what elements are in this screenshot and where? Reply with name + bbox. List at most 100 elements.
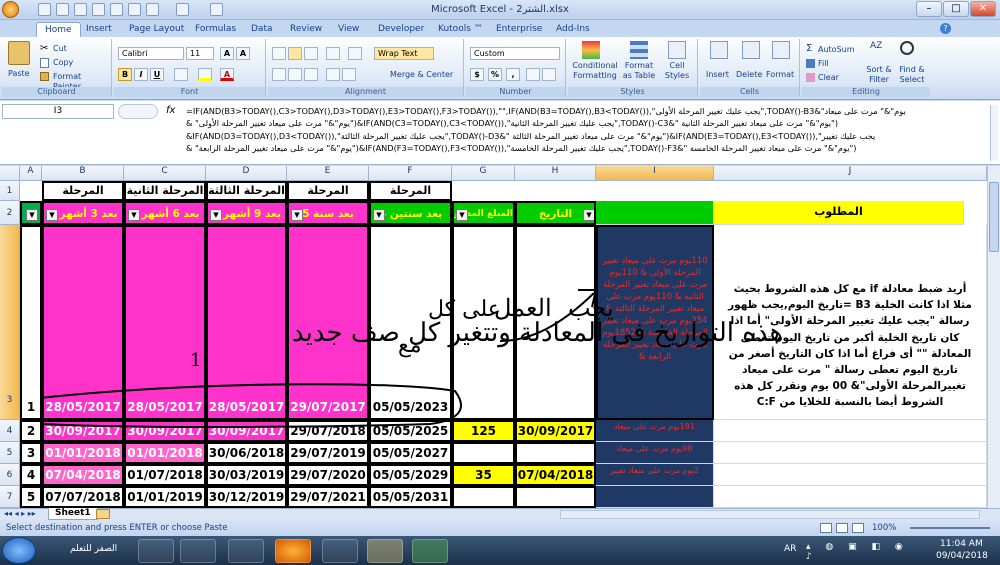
tab-formulas[interactable]: Formulas xyxy=(187,22,244,37)
firefox-icon[interactable] xyxy=(275,539,311,563)
font-name-select[interactable]: Calibri xyxy=(118,47,184,60)
autosum-icon[interactable]: Σ xyxy=(806,43,812,54)
cut-button[interactable]: Cut xyxy=(53,44,67,54)
wrap-text-button[interactable]: Wrap Text xyxy=(374,47,434,60)
vertical-scrollbar[interactable] xyxy=(987,166,1000,508)
fx-icon[interactable]: fx xyxy=(166,105,175,116)
folder-icon[interactable] xyxy=(367,539,403,563)
tab-developer[interactable]: Developer xyxy=(370,22,432,37)
help-icon[interactable]: ? xyxy=(940,23,951,34)
grow-font-button[interactable]: A xyxy=(220,47,234,60)
find-select-button[interactable]: Find & Select xyxy=(896,65,928,85)
autosum-button[interactable]: AutoSum xyxy=(818,45,855,55)
delete-cells-button[interactable]: Delete xyxy=(736,70,762,80)
align-bottom-icon[interactable] xyxy=(304,47,318,60)
conditional-formatting-button[interactable]: Conditional Formatting xyxy=(570,61,620,81)
tab-data[interactable]: Data xyxy=(243,22,281,37)
delete-icon[interactable] xyxy=(742,41,760,59)
orientation-icon[interactable] xyxy=(326,47,340,60)
format-cells-button[interactable]: Format xyxy=(766,70,794,80)
font-color-button[interactable]: A xyxy=(220,68,234,81)
rtl-icon[interactable] xyxy=(348,47,362,60)
formula-cancel-icon[interactable] xyxy=(118,104,158,119)
scroll-thumb[interactable] xyxy=(989,182,999,252)
tab-view[interactable]: View xyxy=(330,22,367,37)
align-left-icon[interactable] xyxy=(272,68,286,81)
copy-icon[interactable] xyxy=(40,58,49,68)
taskbar-item-1[interactable] xyxy=(138,539,174,563)
cut-icon[interactable]: ✂ xyxy=(40,43,48,54)
tab-enterprise[interactable]: Enterprise xyxy=(488,22,550,37)
sheet-tab-sheet1[interactable]: Sheet1 xyxy=(48,508,98,520)
percent-button[interactable]: % xyxy=(488,68,502,81)
currency-button[interactable]: $ xyxy=(470,68,484,81)
underline-button[interactable]: U xyxy=(150,68,164,81)
media-player-icon[interactable] xyxy=(228,539,264,563)
zoom-level[interactable]: 100% xyxy=(872,520,896,536)
clear-icon[interactable] xyxy=(806,73,815,82)
format-painter-icon[interactable] xyxy=(40,72,49,81)
start-button[interactable] xyxy=(2,537,36,564)
font-size-select[interactable]: 11 xyxy=(186,47,214,60)
sort-filter-icon[interactable]: AZ xyxy=(870,41,886,59)
copy-button[interactable]: Copy xyxy=(53,58,73,68)
align-center-icon[interactable] xyxy=(288,68,302,81)
tab-kutools[interactable]: Kutools ™ xyxy=(430,22,491,37)
decrease-indent-icon[interactable] xyxy=(326,68,340,81)
insert-icon[interactable] xyxy=(710,41,728,59)
sheet-nav-icon[interactable]: ◂◂ ◂ ▸ ▸▸ xyxy=(4,509,36,518)
comma-button[interactable]: , xyxy=(506,68,520,81)
increase-indent-icon[interactable] xyxy=(342,68,356,81)
paste-icon[interactable] xyxy=(8,41,30,65)
borders-icon[interactable] xyxy=(174,68,188,81)
fill-icon[interactable] xyxy=(806,59,815,68)
formula-input[interactable]: =IF(AND(B3>TODAY(),C3>TODAY(),D3>TODAY()… xyxy=(186,105,992,165)
align-top-icon[interactable] xyxy=(272,47,286,60)
name-box[interactable]: I3 xyxy=(2,104,114,119)
number-format-select[interactable]: Custom xyxy=(470,47,560,60)
tab-insert[interactable]: Insert xyxy=(78,22,120,37)
spreadsheet-grid[interactable]: A B C D E F G H I J 1 2 3 4 5 6 7 المرحل… xyxy=(0,166,987,508)
format-icon[interactable] xyxy=(772,41,790,59)
taskbar-item-2[interactable] xyxy=(180,539,216,563)
zoom-slider[interactable] xyxy=(910,527,990,529)
new-sheet-icon[interactable] xyxy=(96,509,110,519)
conditional-formatting-icon[interactable] xyxy=(582,41,600,59)
format-table-icon[interactable] xyxy=(630,41,648,59)
explorer-icon[interactable] xyxy=(322,539,358,563)
tray-icons[interactable]: ▴ ◍ ▣ ◧ ◉ ♪ xyxy=(806,542,926,562)
cell-styles-icon[interactable] xyxy=(668,41,686,59)
sort-filter-button[interactable]: Sort & Filter xyxy=(864,65,894,85)
horizontal-scrollbar[interactable] xyxy=(560,510,980,519)
page-break-view-icon[interactable] xyxy=(852,523,864,533)
clear-button[interactable]: Clear xyxy=(818,73,839,83)
close-button[interactable]: ✕ xyxy=(970,1,996,17)
paste-button[interactable]: Paste xyxy=(8,69,30,79)
bold-button[interactable]: B xyxy=(118,68,132,81)
tab-page-layout[interactable]: Page Layout xyxy=(121,22,192,37)
fill-color-icon[interactable] xyxy=(198,68,212,81)
align-middle-icon[interactable] xyxy=(288,47,302,60)
insert-cells-button[interactable]: Insert xyxy=(706,70,729,80)
clipboard-group: Paste ✂ Cut Copy Format Painter Clipboar… xyxy=(2,39,112,97)
tab-home[interactable]: Home xyxy=(36,22,81,37)
tab-add-ins[interactable]: Add-Ins xyxy=(548,22,598,37)
find-icon[interactable] xyxy=(900,41,914,55)
formula-expand-icon[interactable] xyxy=(990,105,998,161)
fill-button[interactable]: Fill xyxy=(818,59,829,69)
increase-decimal-icon[interactable] xyxy=(526,68,540,81)
merge-center-button[interactable]: Merge & Center xyxy=(390,70,453,80)
format-as-table-button[interactable]: Format as Table xyxy=(622,61,656,81)
page-layout-view-icon[interactable] xyxy=(836,523,848,533)
shrink-font-button[interactable]: A xyxy=(236,47,250,60)
cell-styles-button[interactable]: Cell Styles xyxy=(660,61,694,81)
excel-taskbar-icon[interactable] xyxy=(412,539,448,563)
italic-button[interactable]: I xyxy=(134,68,148,81)
minimize-button[interactable]: – xyxy=(916,1,942,17)
language-indicator[interactable]: AR xyxy=(784,544,796,554)
normal-view-icon[interactable] xyxy=(820,523,832,533)
tab-review[interactable]: Review xyxy=(282,22,330,37)
maximize-button[interactable]: □ xyxy=(943,1,969,17)
decrease-decimal-icon[interactable] xyxy=(542,68,556,81)
align-right-icon[interactable] xyxy=(304,68,318,81)
